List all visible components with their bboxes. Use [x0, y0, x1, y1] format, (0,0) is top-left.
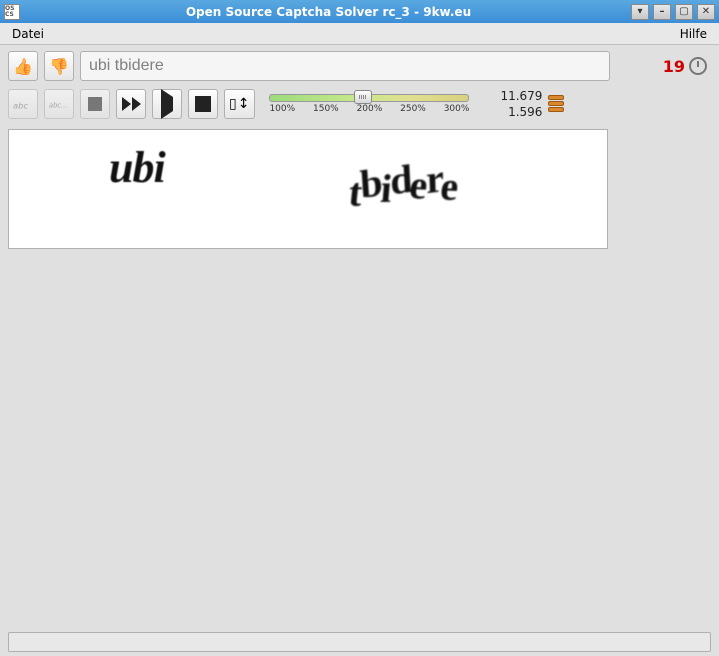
captcha-word-1: ubi	[109, 142, 165, 193]
svg-text:abc: abc	[13, 100, 28, 110]
credits-value: 1.596	[508, 105, 542, 119]
history-prevmore-icon: abc...	[49, 98, 69, 110]
captcha-image: ubi tbidere	[8, 129, 608, 249]
statusbar	[8, 632, 711, 652]
slider-track[interactable]	[269, 94, 469, 102]
app-icon: OS CS	[4, 4, 20, 20]
zoom-slider[interactable]: 100% 150% 200% 250% 300%	[269, 94, 469, 114]
slider-thumb[interactable]	[354, 90, 372, 104]
fast-forward-icon	[122, 97, 141, 111]
play-icon	[161, 97, 173, 111]
points-value: 11.679	[500, 89, 542, 103]
thumbs-down-button[interactable]	[44, 51, 74, 81]
timer-icon	[689, 57, 707, 75]
maximize-button[interactable]: ▢	[675, 4, 693, 20]
countdown: 19	[663, 57, 707, 76]
answer-input[interactable]	[80, 51, 610, 81]
menu-file[interactable]: Datei	[6, 25, 50, 43]
fast-forward-button[interactable]	[116, 89, 146, 119]
window-title: Open Source Captcha Solver rc_3 - 9kw.eu	[26, 5, 631, 19]
menubar: Datei Hilfe	[0, 23, 719, 45]
slider-label: 150%	[313, 104, 339, 114]
history-prev-icon: abc	[13, 97, 33, 112]
close-button[interactable]: ✕	[697, 4, 715, 20]
settings-icon: ▯↕	[229, 96, 250, 112]
slider-label: 300%	[444, 104, 470, 114]
countdown-value: 19	[663, 57, 685, 76]
captcha-word-2: tbidere	[348, 157, 458, 210]
settings-button[interactable]: ▯↕	[224, 89, 255, 119]
stop-icon	[88, 97, 102, 111]
stop-icon	[195, 96, 211, 112]
play-button[interactable]	[152, 89, 182, 119]
stop2-button[interactable]	[188, 89, 218, 119]
slider-label: 250%	[400, 104, 426, 114]
minimize-button[interactable]: ▾	[631, 4, 649, 20]
menu-help[interactable]: Hilfe	[674, 25, 713, 43]
stop1-button[interactable]	[80, 89, 110, 119]
slider-label: 100%	[269, 104, 295, 114]
toolbar-bottom: abc abc... ▯↕ 100% 150% 200% 250% 300% 1…	[0, 87, 719, 125]
slider-label: 200%	[357, 104, 383, 114]
window-button[interactable]: –	[653, 4, 671, 20]
history-prevmore-button[interactable]: abc...	[44, 89, 74, 119]
history-prev-button[interactable]: abc	[8, 89, 38, 119]
thumbs-up-icon	[13, 57, 33, 76]
toolbar-top: 19	[0, 45, 719, 87]
svg-text:abc...: abc...	[49, 101, 67, 109]
titlebar: OS CS Open Source Captcha Solver rc_3 - …	[0, 0, 719, 23]
thumbs-up-button[interactable]	[8, 51, 38, 81]
thumbs-down-icon	[49, 57, 69, 76]
stats-panel: 11.679 1.596	[475, 89, 570, 119]
